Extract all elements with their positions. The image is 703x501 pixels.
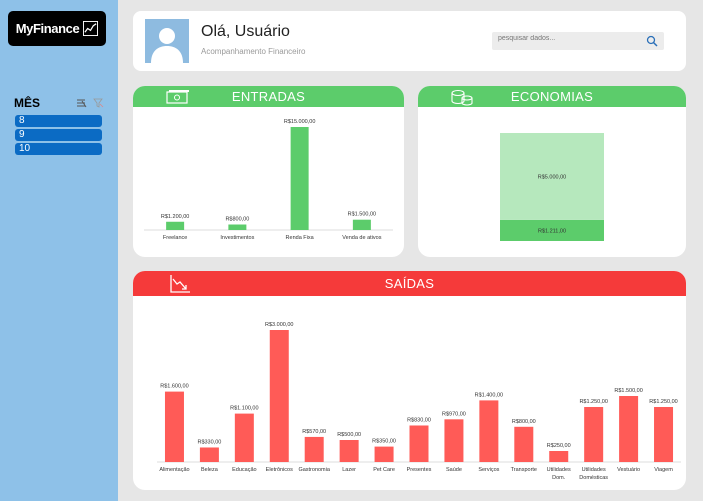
bar-6 bbox=[374, 446, 394, 462]
logo-text: MyFinance bbox=[15, 21, 80, 36]
category-label-0-0: Alimentação bbox=[159, 467, 189, 473]
bar-2 bbox=[234, 413, 254, 462]
saidas-title: SAÍDAS bbox=[384, 276, 435, 291]
category-label-1: Investimentos bbox=[220, 235, 254, 241]
chart-down-icon bbox=[170, 275, 190, 293]
entradas-title: ENTRADAS bbox=[231, 89, 306, 104]
category-label-14-0: Viagem bbox=[654, 467, 673, 473]
bar-5 bbox=[339, 440, 359, 462]
bar-2 bbox=[290, 127, 309, 230]
bar-13 bbox=[619, 396, 639, 462]
category-label-3: Venda de ativos bbox=[342, 235, 381, 241]
bar-3 bbox=[269, 330, 289, 462]
bar-10 bbox=[514, 426, 534, 462]
app-logo[interactable]: MyFinance bbox=[8, 11, 106, 46]
clear-filter-icon[interactable] bbox=[93, 98, 104, 108]
cash-icon bbox=[166, 90, 189, 104]
user-icon bbox=[151, 28, 183, 63]
category-label-6-0: Pet Care bbox=[373, 467, 395, 473]
bar-14 bbox=[654, 407, 674, 462]
slicer-title: MÊS bbox=[14, 96, 41, 110]
category-label-5-0: Lazer bbox=[342, 467, 356, 473]
search-icon[interactable] bbox=[646, 35, 658, 47]
sidebar: MyFinance MÊS 8 9 10 bbox=[0, 0, 118, 501]
entradas-card: R$1.200,00 Freelance R$800,00 Investimentos… bbox=[133, 86, 404, 257]
slicer-item-10[interactable]: 10 bbox=[15, 143, 102, 155]
data-label-6: R$350,00 bbox=[372, 439, 396, 445]
data-label-0: R$1.200,00 bbox=[161, 214, 189, 220]
bar-0 bbox=[166, 221, 185, 230]
saidas-header: SAÍDAS bbox=[133, 271, 686, 296]
category-label-3-0: Eletrônicos bbox=[266, 467, 293, 473]
month-slicer: MÊS 8 9 10 bbox=[14, 96, 104, 157]
coins-icon bbox=[451, 89, 473, 106]
data-label-1: R$330,00 bbox=[197, 439, 221, 445]
data-label-7: R$830,00 bbox=[407, 417, 431, 423]
bar-0 bbox=[164, 391, 184, 462]
data-label-12: R$1.250,00 bbox=[579, 399, 607, 405]
category-label-10-0: Transporte bbox=[511, 467, 537, 473]
saidas-card: R$1.600,00 Alimentação R$330,00 Beleza R$1.1… bbox=[133, 271, 686, 490]
search-input[interactable] bbox=[498, 35, 638, 42]
category-label-12-0: Utilidades bbox=[582, 467, 606, 473]
segment-label-0: R$1.211,00 bbox=[538, 228, 566, 234]
bar-4 bbox=[304, 436, 324, 462]
data-label-1: R$800,00 bbox=[225, 217, 249, 223]
search-box bbox=[492, 32, 664, 50]
data-label-13: R$1.500,00 bbox=[614, 388, 642, 394]
category-label-2-0: Educação bbox=[232, 467, 256, 473]
data-label-3: R$1.500,00 bbox=[348, 212, 376, 218]
multi-select-icon[interactable] bbox=[76, 98, 87, 108]
data-label-10: R$800,00 bbox=[512, 419, 536, 425]
avatar[interactable] bbox=[145, 19, 189, 63]
category-label-13-0: Vestuário bbox=[617, 467, 640, 473]
economias-card: R$1.211,00 R$5.000,00 ECONOMIAS bbox=[418, 86, 686, 257]
data-label-14: R$1.250,00 bbox=[649, 399, 677, 405]
data-label-2: R$1.100,00 bbox=[230, 406, 258, 412]
category-label-8-0: Saúde bbox=[446, 467, 462, 473]
category-label-12-1: Domésticas bbox=[579, 475, 608, 481]
slicer-item-9[interactable]: 9 bbox=[15, 129, 102, 141]
bar-1 bbox=[228, 224, 247, 230]
category-label-11-1: Dom. bbox=[552, 475, 566, 481]
bar-12 bbox=[584, 407, 604, 462]
category-label-1-0: Beleza bbox=[201, 467, 219, 473]
category-label-4-0: Gastronomia bbox=[298, 467, 330, 473]
bar-1 bbox=[199, 447, 219, 462]
data-label-4: R$570,00 bbox=[302, 429, 326, 435]
economias-chart: R$1.211,00 R$5.000,00 bbox=[500, 133, 604, 241]
header-card: Olá, Usuário Acompanhamento Financeiro bbox=[133, 11, 686, 71]
data-label-9: R$1.400,00 bbox=[475, 392, 503, 398]
data-label-3: R$3.000,00 bbox=[265, 322, 293, 328]
bar-11 bbox=[549, 451, 569, 462]
segment-label-1: R$5.000,00 bbox=[538, 174, 566, 180]
slicer-item-8[interactable]: 8 bbox=[15, 115, 102, 127]
category-label-9-0: Serviços bbox=[478, 467, 499, 473]
page-title: Olá, Usuário bbox=[201, 23, 290, 40]
bar-9 bbox=[479, 400, 499, 462]
trend-up-icon bbox=[83, 21, 99, 36]
economias-title: ECONOMIAS bbox=[510, 89, 594, 104]
bar-7 bbox=[409, 425, 429, 462]
data-label-11: R$250,00 bbox=[547, 443, 571, 449]
data-label-2: R$15.000,00 bbox=[284, 119, 316, 125]
bar-3 bbox=[352, 219, 371, 230]
category-label-7-0: Presentes bbox=[407, 467, 432, 473]
category-label-11-0: Utilidades bbox=[547, 467, 571, 473]
page-subtitle: Acompanhamento Financeiro bbox=[201, 47, 306, 56]
category-label-2: Renda Fixa bbox=[286, 235, 315, 241]
bar-8 bbox=[444, 419, 464, 462]
data-label-5: R$500,00 bbox=[337, 432, 361, 438]
saidas-chart: R$1.600,00 Alimentação R$330,00 Beleza R$1.1… bbox=[157, 322, 681, 481]
data-label-0: R$1.600,00 bbox=[160, 384, 188, 390]
data-label-8: R$970,00 bbox=[442, 411, 466, 417]
category-label-0: Freelance bbox=[163, 235, 187, 241]
entradas-chart: R$1.200,00 Freelance R$800,00 Investimentos… bbox=[144, 119, 393, 241]
